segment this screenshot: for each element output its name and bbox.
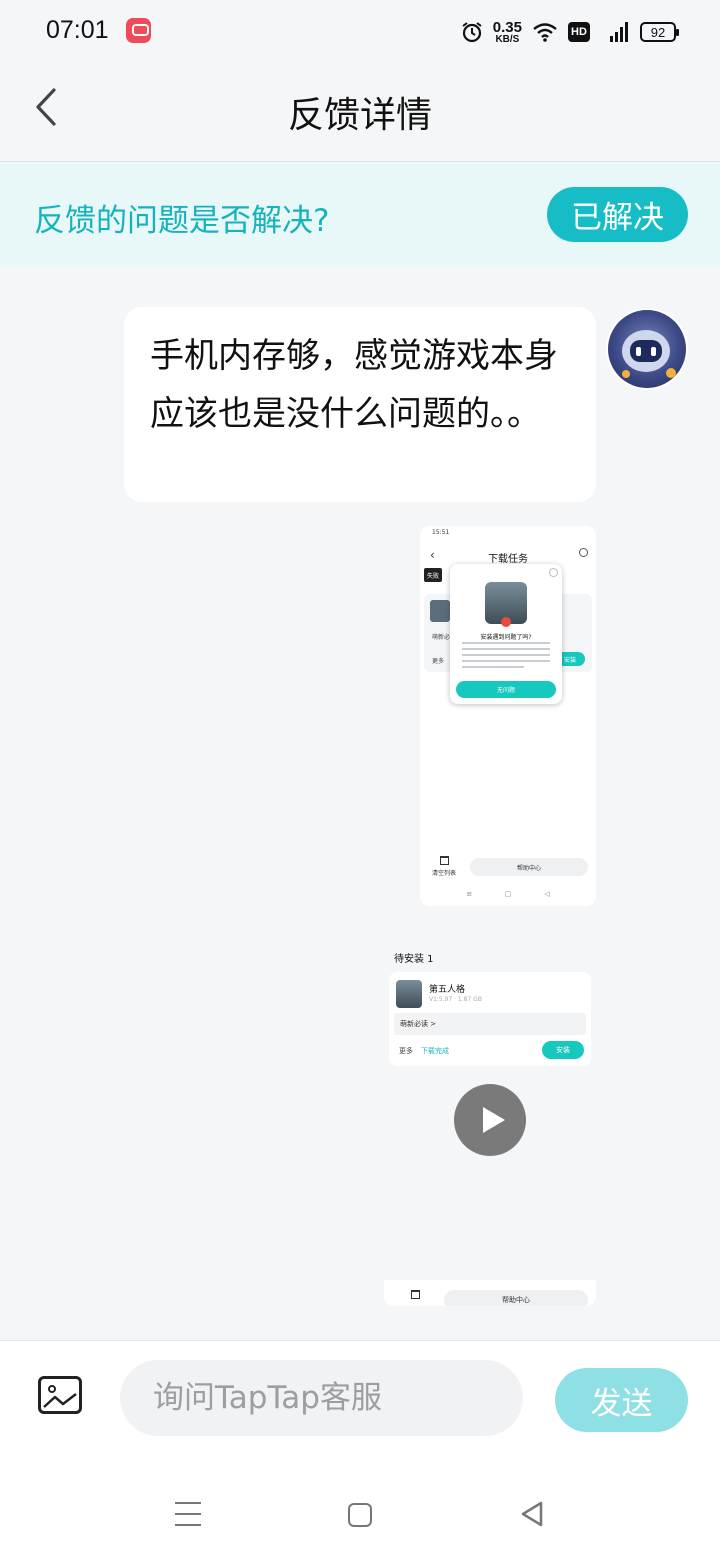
hd-icon: HD: [568, 22, 590, 42]
wifi-icon: [533, 23, 557, 42]
attachment-popup-text: [462, 642, 550, 672]
avatar[interactable]: [608, 310, 686, 388]
attachment-more: 更多: [432, 658, 445, 665]
attachment-nav-menu-icon: ≡: [466, 890, 473, 898]
video-game-meta: V1.5.97 · 1.87 GB: [429, 996, 482, 1003]
avatar-dot: [666, 368, 676, 378]
video-game-thumb: [396, 980, 422, 1008]
resolved-button[interactable]: 已解决: [547, 187, 688, 242]
avatar-eye-right: [651, 347, 656, 356]
alarm-icon: [462, 22, 482, 43]
network-speed: 0.35 KB/S: [493, 20, 522, 45]
page-title: 反馈详情: [287, 95, 432, 136]
status-time: 07:01: [46, 16, 109, 44]
header: 反馈详情: [0, 64, 720, 162]
avatar-eye-left: [636, 347, 641, 356]
attachment-nav-back-icon: ◁: [544, 890, 550, 898]
video-game-name: 第五人格: [429, 985, 466, 995]
video-download-done: 下载完成: [421, 1047, 449, 1055]
attachment-settings-icon: [579, 548, 588, 557]
attachment-clear-label: 清空列表: [432, 870, 457, 877]
status-bar: 07:01 0.35 KB/S HD 92: [0, 0, 720, 64]
attachment-popup-warning-icon: [501, 617, 511, 627]
attachment-nav-bar: ≡ ▢ ◁: [420, 890, 596, 898]
nav-back-icon[interactable]: [519, 1500, 545, 1528]
nav-home-icon[interactable]: [348, 1503, 372, 1527]
play-icon[interactable]: [454, 1084, 526, 1156]
signal-icon: [610, 22, 628, 42]
attachment-help-center: 帮助中心: [470, 858, 588, 876]
resolve-question: 反馈的问题是否解决?: [34, 203, 330, 239]
image-picker-icon[interactable]: [38, 1376, 82, 1414]
video-help-center: 帮助中心: [444, 1290, 588, 1306]
video-trash-icon: [411, 1290, 420, 1299]
attachment-trash-icon: [440, 856, 449, 865]
resolve-banner: 反馈的问题是否解决? 已解决: [0, 163, 720, 267]
avatar-visor: [630, 340, 662, 362]
attachment-popup-title: 安装遇到问题了吗?: [480, 634, 532, 641]
app-notification-icon: [126, 18, 151, 43]
attachment-popup-button: 无问题: [456, 681, 556, 698]
network-speed-unit: KB/S: [495, 33, 520, 45]
attachment-nav-home-icon: ▢: [504, 890, 512, 898]
image-attachment[interactable]: 15:51 ‹ 下载任务 失败 萌新必读 更多 安装 安装遇到问题了吗? 无问题…: [420, 526, 596, 906]
attachment-popup: 安装遇到问题了吗? 无问题: [450, 564, 562, 704]
video-more: 更多: [399, 1047, 413, 1055]
battery-icon: 92: [640, 22, 679, 42]
message-bubble: 手机内存够，感觉游戏本身应该也是没什么问题的。。: [124, 307, 596, 502]
attachment-popup-close-icon: [549, 568, 558, 577]
attachment-title: 下载任务: [488, 554, 528, 565]
message-input[interactable]: [120, 1360, 523, 1436]
status-icons: 0.35 KB/S HD 92: [461, 16, 679, 48]
composer: 发送: [0, 1340, 720, 1560]
image-picker-mountain: [43, 1393, 77, 1408]
attachment-status-time: 15:51: [432, 529, 450, 536]
video-install: 安装: [542, 1041, 584, 1059]
send-button[interactable]: 发送: [555, 1368, 688, 1432]
network-speed-value: 0.35: [492, 18, 522, 36]
attachment-game-thumb: [430, 600, 450, 622]
attachment-fail-tag: 失败: [424, 568, 442, 582]
video-pending-label: 待安装 1: [394, 954, 434, 965]
avatar-dot: [622, 370, 630, 378]
video-attachment[interactable]: 待安装 1 第五人格 V1.5.97 · 1.87 GB 萌新必读 > 更多 下…: [384, 932, 596, 1306]
video-must-read: 萌新必读 >: [394, 1013, 586, 1035]
nav-menu-icon[interactable]: [175, 1502, 201, 1526]
